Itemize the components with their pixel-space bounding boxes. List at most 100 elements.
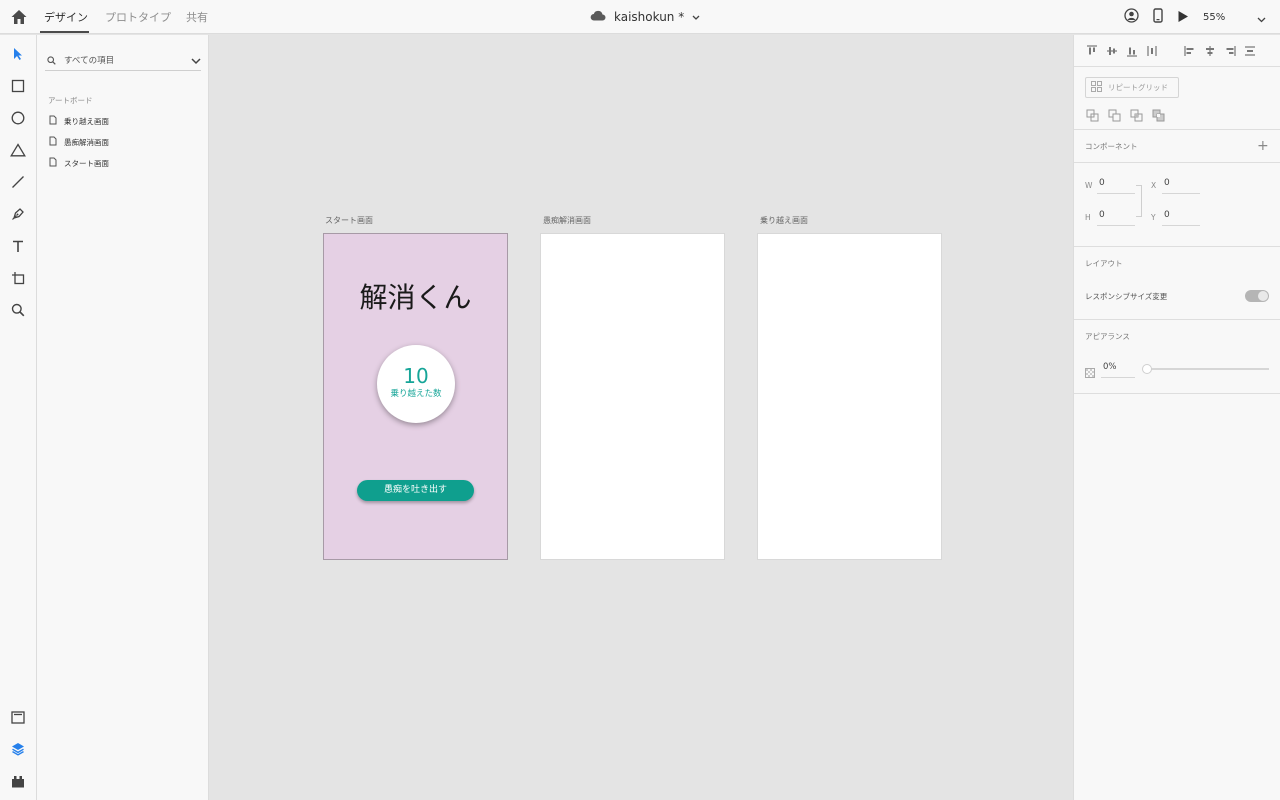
artboard-norikoe[interactable] [757, 233, 942, 560]
cloud-icon [590, 10, 606, 24]
divider [1074, 246, 1280, 247]
y-underline [1162, 225, 1200, 226]
lock-aspect-icon[interactable] [1136, 185, 1142, 217]
layers-panel: すべての項目 アートボード 乗り越え画面 愚痴解消画面 スタート画面 [37, 35, 209, 800]
distribute-horizontal-icon[interactable] [1244, 42, 1256, 61]
opacity-slider-track[interactable] [1146, 368, 1269, 370]
rectangle-tool-icon[interactable] [8, 76, 28, 96]
distribute-vertical-icon[interactable] [1146, 42, 1158, 61]
toggle-knob [1258, 291, 1268, 301]
ellipse-tool-icon[interactable] [8, 108, 28, 128]
plugins-icon[interactable] [8, 771, 28, 791]
document-name: kaishokun * [614, 10, 685, 24]
y-value[interactable]: 0 [1164, 210, 1170, 220]
document-title[interactable]: kaishokun * [590, 8, 700, 26]
height-underline [1097, 225, 1135, 226]
user-icon[interactable] [1124, 7, 1139, 27]
divider [1074, 129, 1280, 130]
opacity-icon [1085, 363, 1095, 382]
line-tool-icon[interactable] [8, 172, 28, 192]
component-heading: コンポーネント [1085, 142, 1138, 151]
opacity-slider-handle[interactable] [1142, 364, 1152, 374]
device-preview-icon[interactable] [1153, 7, 1163, 27]
tab-design[interactable]: デザイン [44, 9, 88, 25]
align-left-icon[interactable] [1184, 42, 1196, 61]
tool-bar [0, 35, 37, 800]
align-bottom-icon[interactable] [1126, 42, 1138, 61]
opacity-value[interactable]: 0% [1103, 362, 1117, 372]
polygon-tool-icon[interactable] [8, 140, 28, 160]
x-underline [1162, 193, 1200, 194]
overcome-count-label: 乗り越えた数 [390, 389, 442, 399]
overcome-count: 10 [403, 364, 429, 388]
vent-button[interactable]: 愚痴を吐き出す [357, 480, 474, 501]
align-right-icon[interactable] [1224, 42, 1236, 61]
x-label: X [1151, 181, 1157, 190]
layer-item-guchi[interactable]: 愚痴解消画面 [49, 135, 109, 149]
artboard-start[interactable]: 解消くん 10 乗り越えた数 愚痴を吐き出す [323, 233, 508, 560]
width-value[interactable]: 0 [1099, 178, 1105, 188]
artboard-tool-icon[interactable] [8, 268, 28, 288]
appearance-heading: アピアランス [1085, 332, 1130, 341]
width-underline [1097, 193, 1135, 194]
filter-label: すべての項目 [64, 55, 115, 66]
boolean-ops [1086, 107, 1165, 126]
x-value[interactable]: 0 [1164, 178, 1170, 188]
play-icon[interactable] [1177, 8, 1189, 27]
opacity-underline [1101, 377, 1135, 378]
artboards-heading: アートボード [48, 96, 93, 105]
add-shape-icon[interactable] [1086, 107, 1099, 126]
artboard-icon [49, 157, 57, 169]
top-bar: デザイン プロトタイプ 共有 kaishokun * 55% [0, 0, 1280, 34]
filter-chevron-icon[interactable] [191, 50, 201, 69]
intersect-shape-icon[interactable] [1130, 107, 1143, 126]
align-middle-icon[interactable] [1106, 42, 1118, 61]
canvas[interactable]: スタート画面 解消くん 10 乗り越えた数 愚痴を吐き出す 愚痴解消画面 乗り越… [209, 35, 1073, 800]
select-tool-icon[interactable] [8, 44, 28, 64]
count-circle: 10 乗り越えた数 [377, 345, 455, 423]
zoom-chevron-icon[interactable] [1257, 8, 1266, 27]
repeat-grid-icon [1091, 81, 1102, 94]
layer-item-start[interactable]: スタート画面 [49, 156, 109, 170]
responsive-resize-toggle[interactable] [1245, 290, 1269, 302]
tab-prototype[interactable]: プロトタイプ [105, 9, 171, 25]
height-value[interactable]: 0 [1099, 210, 1105, 220]
text-tool-icon[interactable] [8, 236, 28, 256]
artboard-icon [49, 136, 57, 148]
exclude-shape-icon[interactable] [1152, 107, 1165, 126]
chevron-down-icon [692, 10, 700, 24]
layer-label: スタート画面 [64, 158, 109, 168]
layers-icon[interactable] [8, 739, 28, 759]
add-component-icon[interactable]: + [1257, 138, 1269, 154]
artboard-label-start[interactable]: スタート画面 [325, 215, 373, 226]
artboard-label-guchi[interactable]: 愚痴解消画面 [543, 215, 591, 226]
align-tools [1086, 43, 1256, 59]
artboard-label-norikoe[interactable]: 乗り越え画面 [760, 215, 808, 226]
active-tab-indicator [40, 31, 89, 33]
document-assets-icon[interactable] [8, 707, 28, 727]
app-title: 解消くん [359, 281, 472, 314]
artboard-guchi[interactable] [540, 233, 725, 560]
repeat-grid-button[interactable]: リピートグリッド [1085, 77, 1179, 98]
pen-tool-icon[interactable] [8, 204, 28, 224]
property-inspector: リピートグリッド コンポーネント + W 0 X 0 H 0 Y 0 レイアウト… [1073, 35, 1280, 800]
divider [1074, 162, 1280, 163]
layer-item-norikoe[interactable]: 乗り越え画面 [49, 114, 109, 128]
home-icon[interactable] [10, 8, 28, 26]
height-label: H [1085, 213, 1091, 222]
right-tools: 55% [1124, 7, 1266, 27]
zoom-level[interactable]: 55% [1203, 12, 1243, 23]
repeat-grid-label: リピートグリッド [1108, 83, 1168, 92]
align-center-icon[interactable] [1204, 42, 1216, 61]
subtract-shape-icon[interactable] [1108, 107, 1121, 126]
layers-search[interactable]: すべての項目 [45, 49, 201, 71]
layout-heading: レイアウト [1085, 259, 1123, 268]
tab-share[interactable]: 共有 [186, 9, 208, 25]
width-label: W [1085, 181, 1093, 190]
align-top-icon[interactable] [1086, 42, 1098, 61]
zoom-tool-icon[interactable] [8, 300, 28, 320]
search-icon [47, 50, 56, 69]
divider [1074, 393, 1280, 394]
responsive-resize-label: レスポンシブサイズ変更 [1085, 292, 1168, 301]
layer-label: 乗り越え画面 [64, 116, 109, 126]
